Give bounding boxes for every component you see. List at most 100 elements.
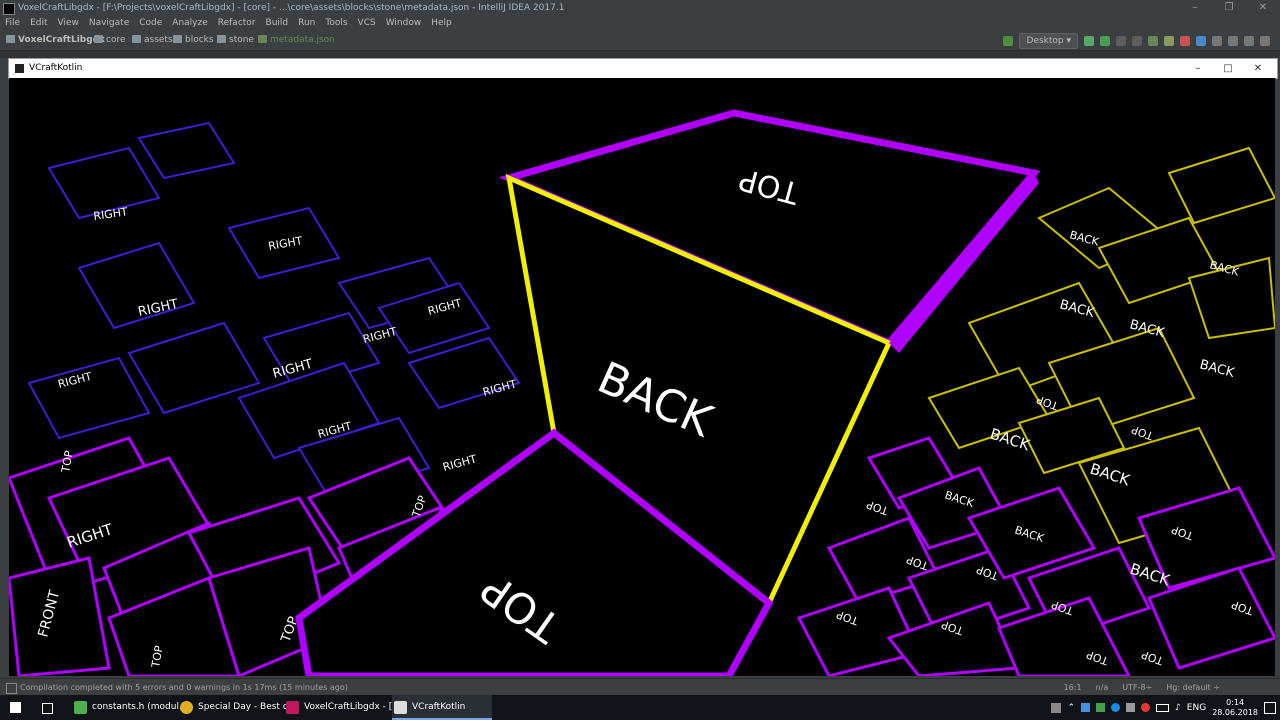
file-encoding[interactable]: UTF-8÷ — [1122, 679, 1152, 696]
voxel-scene: RIGHT RIGHT RIGHT RIGHT RIGHT RIGHT RIGH… — [9, 78, 1275, 676]
folder-icon — [217, 35, 226, 43]
menu-edit[interactable]: Edit — [25, 16, 52, 30]
run-toolbar: Desktop ▾ — [1003, 33, 1270, 49]
tray-app-icon[interactable] — [1096, 703, 1106, 712]
windows-taskbar: constants.h (modul... Special Day - Best… — [0, 695, 1280, 720]
breadcrumb-core[interactable]: core — [94, 30, 126, 50]
breadcrumb-project[interactable]: VoxelCraftLibgdx — [6, 30, 105, 50]
ide-window-title: VoxelCraftLibgdx - [F:\Projects\voxelCra… — [18, 3, 565, 13]
game-app-icon — [394, 701, 407, 714]
tool-windows-icon[interactable] — [6, 683, 17, 694]
build-icon[interactable] — [1003, 36, 1014, 46]
debug-icon[interactable] — [1100, 36, 1110, 46]
commit-icon[interactable] — [1164, 36, 1174, 46]
taskbar-item-vcraftkotlin[interactable]: VCraftKotlin — [392, 695, 492, 720]
breadcrumb-label: core — [106, 35, 126, 45]
menu-code[interactable]: Code — [134, 16, 167, 30]
taskbar-item-browser[interactable]: Special Day - Best o... — [178, 695, 298, 720]
stop-icon[interactable] — [1180, 36, 1190, 46]
ide-menu-bar: File Edit View Navigate Code Analyze Ref… — [0, 16, 1280, 30]
menu-tools[interactable]: Tools — [320, 16, 352, 30]
navigation-bar: VoxelCraftLibgdx core assets blocks ston… — [0, 30, 1280, 51]
intellij-icon — [286, 701, 299, 714]
clock-time: 0:14 — [1226, 697, 1245, 707]
run-icon[interactable] — [1084, 36, 1094, 46]
game-viewport[interactable]: RIGHT RIGHT RIGHT RIGHT RIGHT RIGHT RIGH… — [9, 78, 1275, 676]
game-window-title: VCraftKotlin — [29, 63, 83, 73]
search-icon[interactable] — [1260, 36, 1270, 46]
game-close-button[interactable]: ✕ — [1243, 59, 1273, 78]
ide-minimize-button[interactable]: – — [1178, 0, 1212, 16]
tray-app-icon[interactable] — [1111, 703, 1121, 712]
undo-icon[interactable] — [1228, 36, 1238, 46]
menu-file[interactable]: File — [0, 16, 25, 30]
breadcrumb-label: stone — [229, 35, 254, 45]
menu-vcs[interactable]: VCS — [353, 16, 381, 30]
profile-icon[interactable] — [1132, 36, 1142, 46]
ide-status-bar: Compilation completed with 5 errors and … — [0, 678, 1280, 696]
breadcrumb-blocks[interactable]: blocks — [173, 30, 214, 50]
run-configuration-label: Desktop — [1026, 36, 1064, 46]
game-maximize-button[interactable]: □ — [1213, 59, 1243, 78]
caret-position[interactable]: 16:1 — [1064, 679, 1082, 696]
project-structure-icon[interactable] — [1196, 36, 1206, 46]
game-app-icon — [15, 64, 24, 73]
menu-navigate[interactable]: Navigate — [84, 16, 134, 30]
clock[interactable]: 0:14 28.06.2018 — [1212, 698, 1258, 718]
taskbar-item-intellij[interactable]: VoxelCraftLibgdx - [... — [284, 695, 408, 720]
windows-start-icon[interactable] — [10, 702, 21, 713]
menu-help[interactable]: Help — [426, 16, 457, 30]
menu-view[interactable]: View — [53, 16, 84, 30]
chevron-up-icon[interactable]: ⌃ — [1067, 703, 1075, 713]
ide-title-bar: VoxelCraftLibgdx - [F:\Projects\voxelCra… — [0, 0, 1280, 16]
project-icon — [6, 35, 15, 43]
taskbar-label: VoxelCraftLibgdx - [... — [304, 702, 401, 712]
layout-icon[interactable] — [1244, 36, 1254, 46]
menu-build[interactable]: Build — [261, 16, 294, 30]
update-project-icon[interactable] — [1148, 36, 1158, 46]
run-configuration-select[interactable]: Desktop ▾ — [1019, 33, 1078, 49]
breadcrumb-metadata-file[interactable]: metadata.json — [258, 30, 335, 50]
folder-icon — [173, 35, 182, 43]
ide-close-button[interactable]: ✕ — [1246, 0, 1280, 16]
input-language[interactable]: ENG — [1187, 703, 1206, 713]
notifications-icon[interactable] — [1264, 701, 1276, 714]
json-file-icon — [258, 35, 267, 43]
editor-tab-strip — [0, 51, 1280, 58]
tray-app-icon[interactable] — [1141, 703, 1151, 712]
status-message: Compilation completed with 5 errors and … — [20, 683, 348, 692]
menu-window[interactable]: Window — [381, 16, 427, 30]
menu-run[interactable]: Run — [293, 16, 320, 30]
folder-icon — [132, 35, 141, 43]
volume-icon[interactable]: ♪ — [1175, 703, 1181, 713]
taskbar-label: VCraftKotlin — [412, 702, 466, 712]
clock-date: 28.06.2018 — [1212, 707, 1258, 717]
line-separator[interactable]: n/a — [1096, 679, 1109, 696]
breadcrumb-label: blocks — [185, 35, 214, 45]
settings-icon[interactable] — [1212, 36, 1222, 46]
folder-icon — [94, 35, 103, 43]
menu-analyze[interactable]: Analyze — [167, 16, 212, 30]
breadcrumb-stone[interactable]: stone — [217, 30, 254, 50]
system-tray: ⌃ ♪ ENG 0:14 28.06.2018 — [1051, 695, 1280, 720]
coverage-icon[interactable] — [1116, 36, 1126, 46]
chrome-icon — [180, 701, 193, 714]
menu-refactor[interactable]: Refactor — [213, 16, 261, 30]
taskbar-item-constants[interactable]: constants.h (modul... — [72, 695, 192, 720]
breadcrumb-assets[interactable]: assets — [132, 30, 173, 50]
breadcrumb-label: VoxelCraftLibgdx — [18, 35, 105, 45]
vcs-branch[interactable]: Hg: default ÷ — [1166, 679, 1220, 696]
editor-app-icon — [74, 701, 87, 714]
game-minimize-button[interactable]: – — [1183, 59, 1213, 78]
taskbar-label: constants.h (modul... — [92, 702, 188, 712]
ide-maximize-button[interactable]: ❐ — [1212, 0, 1246, 16]
breadcrumb-label: metadata.json — [270, 35, 335, 45]
battery-icon[interactable] — [1156, 703, 1170, 712]
network-icon[interactable] — [1051, 702, 1062, 713]
task-view-icon[interactable] — [42, 703, 53, 714]
intellij-logo-icon — [3, 3, 15, 15]
tray-app-icon[interactable] — [1081, 703, 1091, 712]
breadcrumb-label: assets — [144, 35, 173, 45]
tray-app-icon[interactable] — [1126, 703, 1136, 712]
taskbar-label: Special Day - Best o... — [198, 702, 297, 712]
